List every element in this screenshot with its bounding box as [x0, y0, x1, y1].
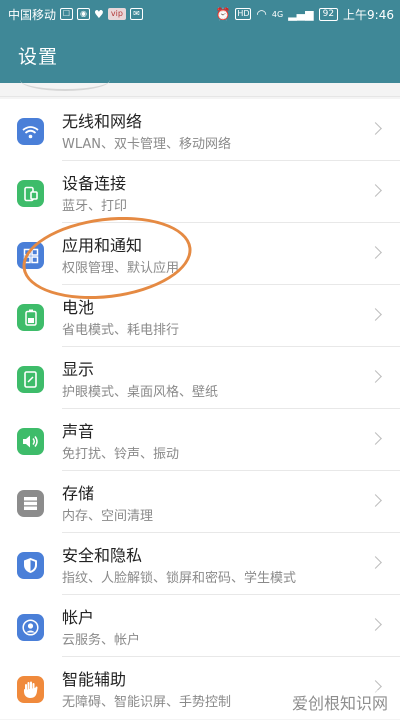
- settings-item-title: 帐户: [62, 608, 95, 627]
- search-area-edge: [0, 83, 400, 97]
- heart-icon: ♥: [94, 7, 104, 21]
- settings-item-title: 无线和网络: [62, 112, 143, 131]
- hand-icon: [17, 676, 44, 703]
- settings-item-subtitle: 指纹、人脸解锁、锁屏和密码、学生模式: [62, 571, 297, 586]
- settings-list: 无线和网络 WLAN、双卡管理、移动网络 设备连接 蓝牙、打印 应用和通知 权限…: [0, 99, 400, 719]
- storage-icon: [17, 490, 44, 517]
- chevron-right-icon: [369, 246, 382, 259]
- chevron-right-icon: [369, 432, 382, 445]
- settings-item-subtitle: 护眼模式、桌面风格、壁纸: [62, 385, 219, 400]
- settings-item-subtitle: 云服务、帐户: [62, 633, 141, 648]
- chevron-right-icon: [369, 184, 382, 197]
- settings-item-title: 电池: [62, 298, 95, 317]
- settings-item-subtitle: WLAN、双卡管理、移动网络: [62, 137, 232, 152]
- chevron-right-icon: [369, 370, 382, 383]
- chevron-right-icon: [369, 618, 382, 631]
- page-title: 设置: [18, 46, 59, 68]
- wifi-status-icon: ◠: [256, 7, 267, 21]
- settings-item-title: 显示: [62, 360, 95, 379]
- chevron-right-icon: [369, 494, 382, 507]
- settings-item-wireless[interactable]: 无线和网络 WLAN、双卡管理、移动网络: [0, 99, 400, 161]
- settings-item-title: 存储: [62, 484, 95, 503]
- device-connection-icon: [17, 180, 44, 207]
- settings-item-battery[interactable]: 电池 省电模式、耗电排行: [0, 285, 400, 347]
- settings-item-security-privacy[interactable]: 安全和隐私 指纹、人脸解锁、锁屏和密码、学生模式: [0, 533, 400, 595]
- wifi-icon: [17, 118, 44, 145]
- shield-icon: [17, 552, 44, 579]
- settings-item-subtitle: 权限管理、默认应用: [62, 261, 180, 276]
- notification-icon: ☐: [60, 8, 74, 20]
- apps-grid-icon: [17, 242, 44, 269]
- chevron-right-icon: [369, 122, 382, 135]
- battery-indicator: 92: [318, 7, 339, 21]
- settings-item-storage[interactable]: 存储 内存、空间清理: [0, 471, 400, 533]
- vip-badge: vip: [107, 8, 126, 20]
- watermark: 爱创根知识网: [289, 690, 390, 714]
- settings-item-title: 安全和隐私: [62, 546, 143, 565]
- message-icon: ✉: [129, 8, 143, 20]
- settings-item-title: 智能辅助: [62, 670, 127, 689]
- settings-item-subtitle: 省电模式、耗电排行: [62, 323, 180, 338]
- sound-icon: [17, 428, 44, 455]
- carrier-name: 中国移动: [8, 7, 57, 22]
- chevron-right-icon: [369, 556, 382, 569]
- account-icon: [17, 614, 44, 641]
- settings-item-apps-notifications[interactable]: 应用和通知 权限管理、默认应用: [0, 223, 400, 285]
- signal-icon: ▂▄▆: [288, 7, 314, 21]
- settings-item-title: 设备连接: [62, 174, 127, 193]
- display-icon: [17, 366, 44, 393]
- settings-item-title: 声音: [62, 422, 95, 441]
- battery-icon: [17, 304, 44, 331]
- settings-item-device-connection[interactable]: 设备连接 蓝牙、打印: [0, 161, 400, 223]
- settings-item-account[interactable]: 帐户 云服务、帐户: [0, 595, 400, 657]
- alarm-icon: ⏰: [215, 7, 231, 21]
- clock: 上午9:46: [343, 7, 394, 22]
- settings-item-title: 应用和通知: [62, 236, 143, 255]
- settings-item-display[interactable]: 显示 护眼模式、桌面风格、壁纸: [0, 347, 400, 409]
- hd-icon: HD: [235, 8, 252, 20]
- status-bar: 中国移动 ☐ ◉ ♥ vip ✉ ⏰ HD ◠ 4G ▂▄▆ 92 上午9:46: [0, 0, 400, 28]
- network-type: 4G: [271, 9, 284, 19]
- settings-item-sound[interactable]: 声音 免打扰、铃声、振动: [0, 409, 400, 471]
- app-notification-icon: ◉: [77, 8, 91, 20]
- settings-item-subtitle: 蓝牙、打印: [62, 199, 128, 214]
- settings-item-subtitle: 内存、空间清理: [62, 509, 154, 524]
- chevron-right-icon: [369, 308, 382, 321]
- settings-item-subtitle: 免打扰、铃声、振动: [62, 447, 180, 462]
